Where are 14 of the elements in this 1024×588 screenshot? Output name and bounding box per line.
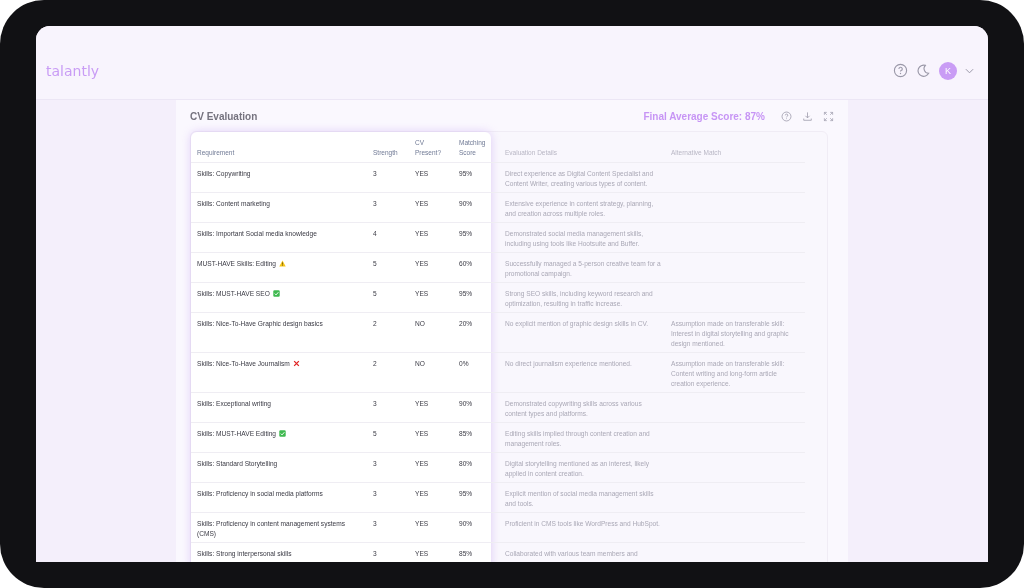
download-icon[interactable] bbox=[802, 110, 813, 122]
warning-icon bbox=[279, 260, 287, 267]
help-icon[interactable] bbox=[893, 63, 908, 78]
panel-title: CV Evaluation bbox=[190, 110, 259, 122]
check-icon bbox=[272, 290, 280, 297]
chevron-down-icon[interactable] bbox=[965, 67, 974, 74]
help-icon[interactable] bbox=[781, 110, 792, 122]
final-score: Final Average Score: 87% bbox=[643, 110, 765, 122]
user-avatar[interactable]: K bbox=[939, 61, 957, 80]
logo[interactable]: talantly bbox=[46, 62, 100, 79]
check-icon bbox=[279, 430, 287, 437]
moon-icon[interactable] bbox=[916, 63, 931, 78]
cross-icon bbox=[292, 360, 300, 367]
expand-icon[interactable] bbox=[823, 110, 834, 122]
